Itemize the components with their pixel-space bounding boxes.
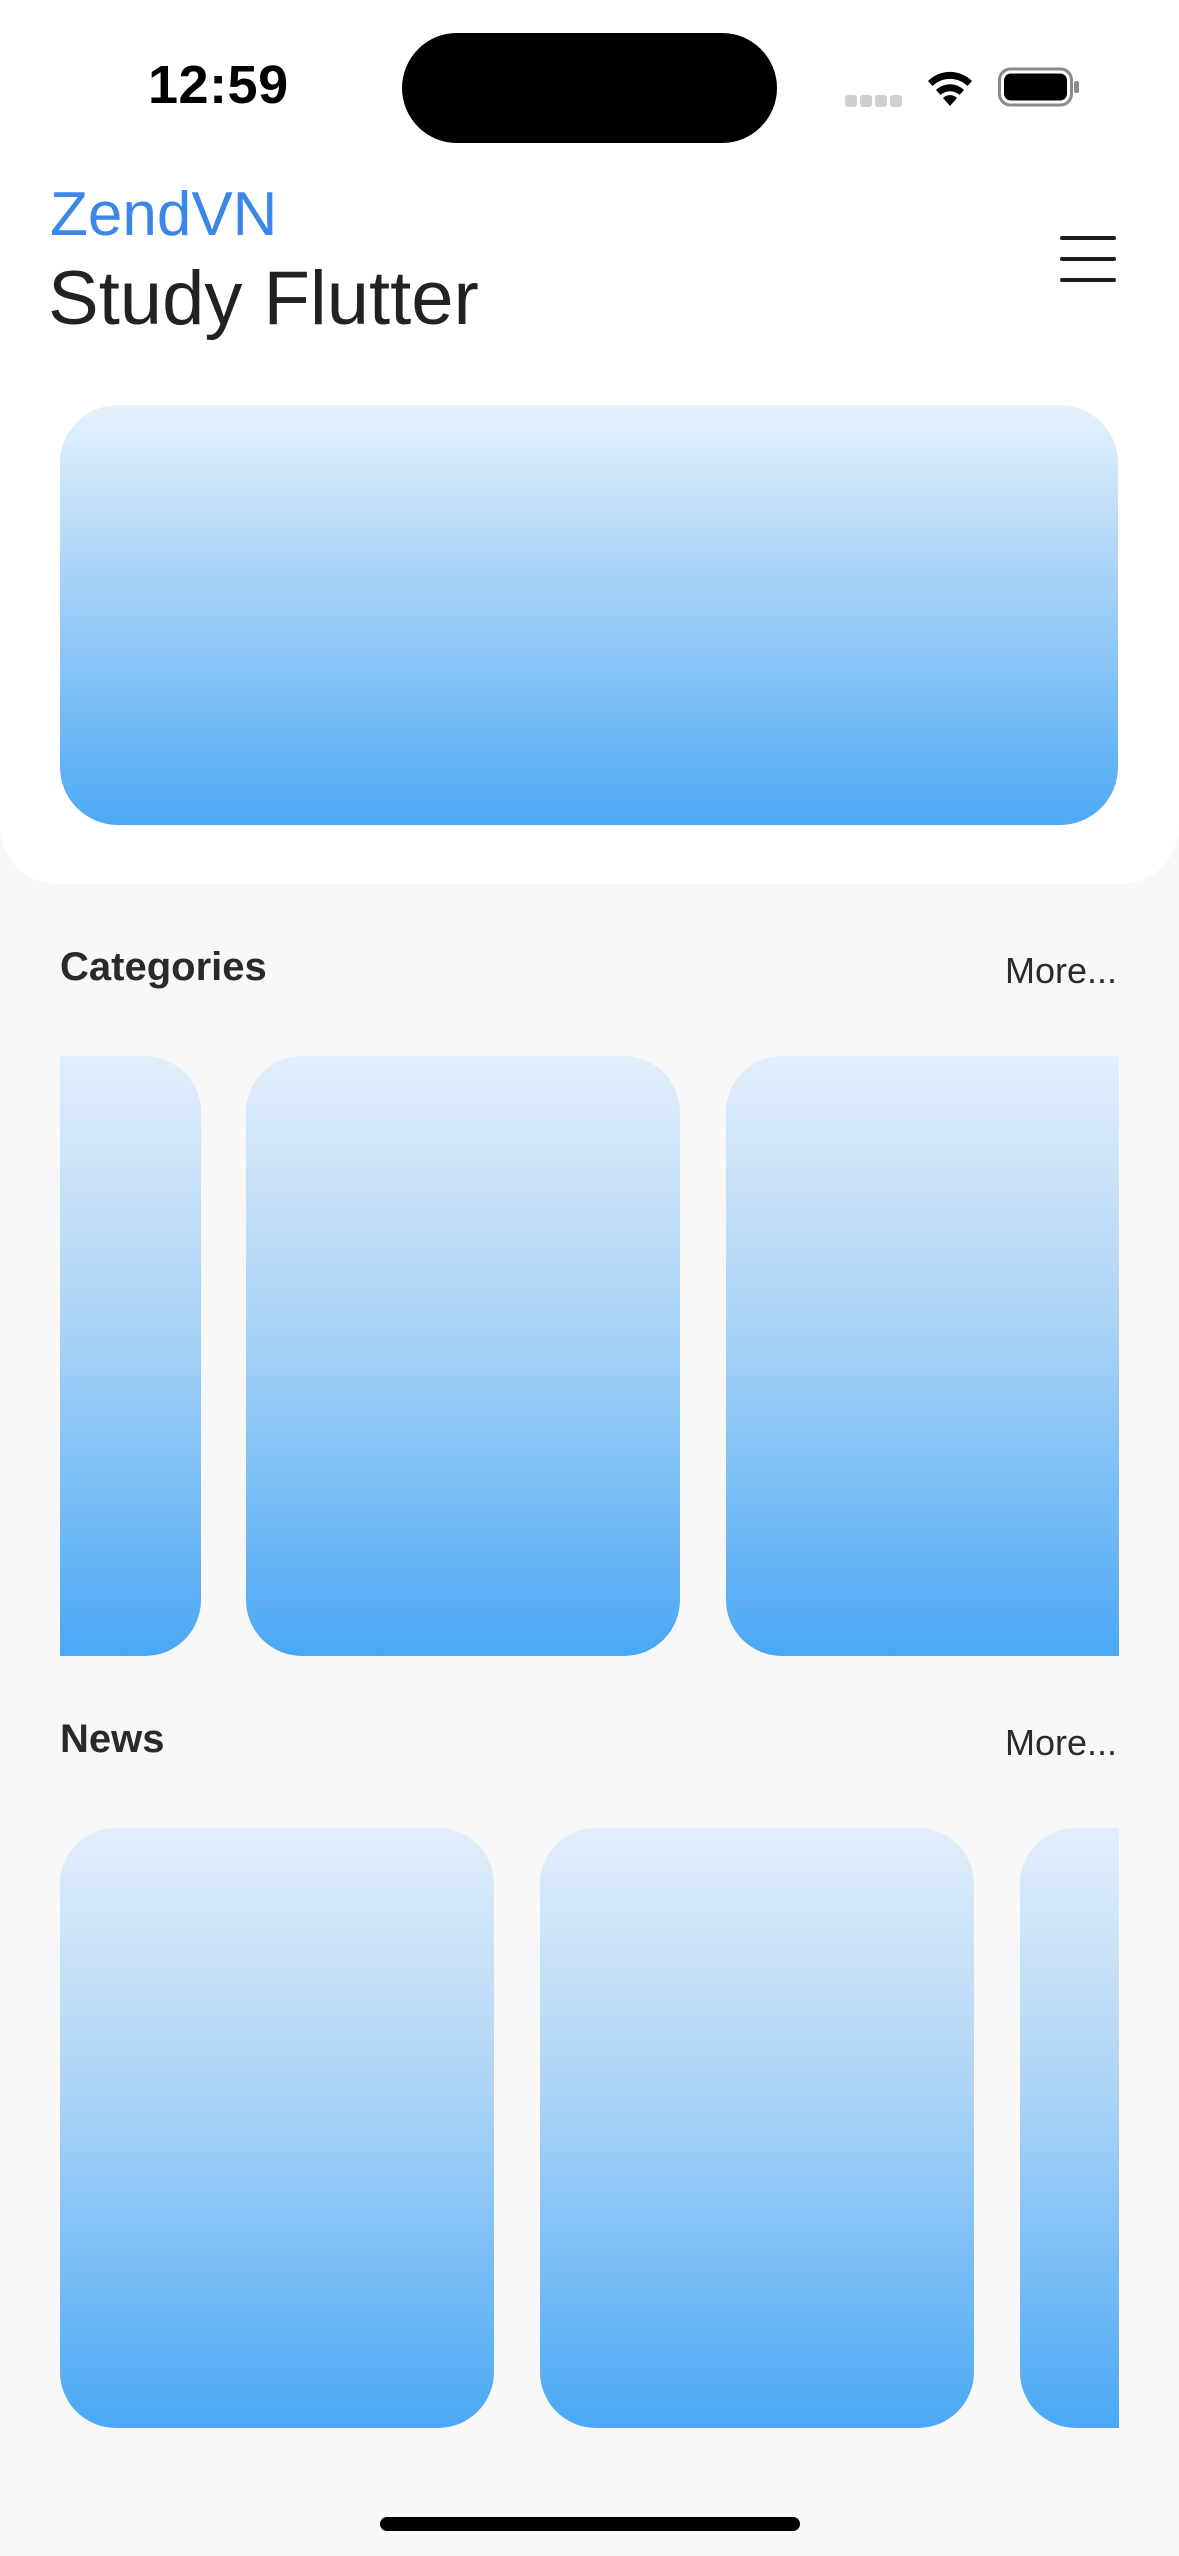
news-section-title: News [60,1717,165,1761]
hamburger-menu-icon[interactable] [1060,228,1120,282]
news-card[interactable] [540,1828,974,2428]
news-card[interactable] [1020,1828,1119,2428]
cellular-signal-icon [845,95,903,107]
category-card[interactable] [726,1056,1119,1656]
category-card[interactable] [60,1056,201,1656]
category-card[interactable] [246,1056,680,1656]
status-time: 12:59 [148,55,289,115]
news-more-link[interactable]: More... [1005,1722,1117,1764]
page-title: Study Flutter [48,256,479,341]
home-indicator[interactable] [380,2517,800,2531]
battery-icon [998,67,1079,107]
categories-section-title: Categories [60,945,267,989]
dynamic-island [402,33,777,143]
categories-more-link[interactable]: More... [1005,950,1117,992]
brand-label: ZendVN [50,180,278,249]
news-card[interactable] [60,1828,494,2428]
wifi-icon [928,71,972,106]
featured-banner[interactable] [60,405,1118,825]
